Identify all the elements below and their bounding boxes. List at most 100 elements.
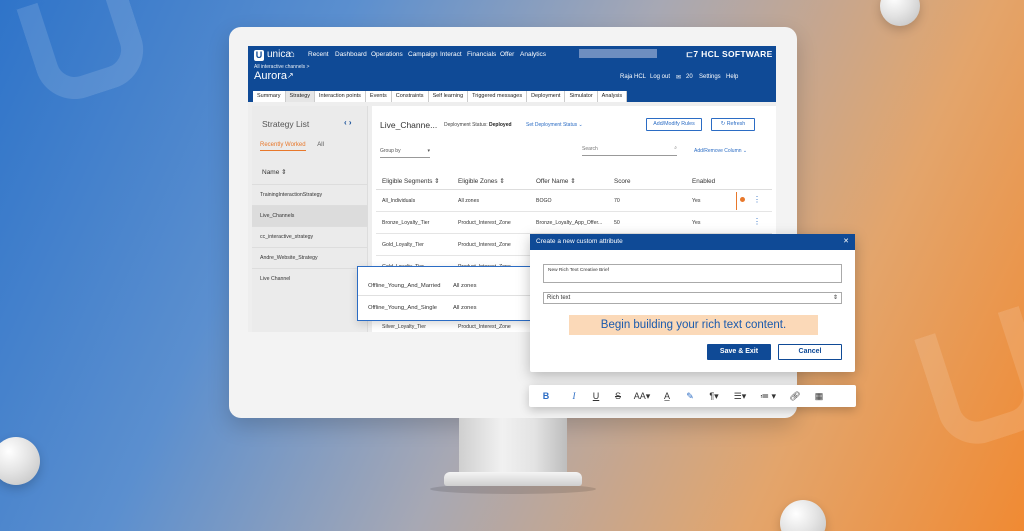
table-row[interactable]: Bronze_Loyalty_Tier Product_Interest_Zon…	[376, 212, 772, 234]
nav-offer[interactable]: Offer	[500, 51, 514, 58]
close-icon[interactable]: ✕	[843, 234, 849, 250]
page-title: Aurora	[254, 70, 288, 82]
nav-analytics[interactable]: Analytics	[520, 51, 546, 58]
caret-down-icon: ▾	[427, 148, 430, 154]
paragraph-format-icon[interactable]: ¶▾	[701, 391, 727, 402]
global-search-input[interactable]	[579, 49, 657, 58]
row-menu-icon[interactable]: ⋮	[753, 195, 761, 204]
group-by-label: Group by	[380, 148, 401, 154]
attribute-type-value: Rich text	[547, 295, 571, 301]
font-size-icon[interactable]: AA▾	[629, 391, 655, 402]
deployment-status-value: Deployed	[489, 122, 512, 128]
table-search-input[interactable]: Search ⌕	[582, 145, 677, 156]
name-header-label: Name	[262, 169, 280, 176]
col-offer-name[interactable]: Offer Name ⇕	[536, 178, 575, 185]
strategy-item[interactable]: TrainingInteractionStrategy	[252, 184, 368, 205]
name-column-header[interactable]: Name ⇕	[262, 168, 287, 176]
paragraph-label: ¶	[709, 390, 715, 401]
cell: 70	[614, 198, 620, 204]
row-menu-icon[interactable]: ⋮	[753, 217, 761, 226]
italic-icon[interactable]: I	[563, 391, 585, 401]
col-label: Eligible Zones	[458, 178, 498, 185]
strikethrough-icon[interactable]: S	[607, 391, 629, 401]
sort-icon: ⇕	[570, 178, 576, 185]
tab-strategy[interactable]: Strategy	[285, 91, 316, 102]
text-color-icon[interactable]: A̲	[655, 391, 679, 401]
tab-simulator[interactable]: Simulator	[565, 91, 598, 102]
col-eligible-zones[interactable]: Eligible Zones ⇕	[458, 178, 505, 185]
attribute-name-field[interactable]: New Rich Text Creative Brief	[543, 264, 842, 283]
external-link-icon[interactable]: ↗	[287, 71, 294, 80]
tab-self-learning[interactable]: Self learning	[428, 91, 469, 102]
monitor-stand	[459, 418, 567, 476]
nav-interact[interactable]: Interact	[440, 51, 462, 58]
refresh-button[interactable]: ↻ Refresh	[711, 118, 755, 131]
add-modify-rules-button[interactable]: Add/Modify Rules	[646, 118, 702, 131]
group-by-select[interactable]: Group by ▾	[380, 148, 430, 158]
rich-text-toolbar: B I U S AA▾ A̲ ✎ ¶▾ ☰▾ ≔ ▾ 🔗︎ ▦	[529, 385, 856, 407]
hcl-brand-text: HCL SOFTWARE	[701, 49, 773, 59]
table-row[interactable]: All_Individuals All zones BOGO 70 Yes ⋮	[376, 190, 772, 212]
settings-link[interactable]: Settings	[699, 74, 721, 80]
highlight-pen-icon[interactable]: ✎	[679, 391, 701, 402]
tab-recently-worked[interactable]: Recently Worked	[260, 142, 306, 151]
nav-campaign[interactable]: Campaign	[408, 51, 438, 58]
home-icon[interactable]: ⌂	[289, 49, 295, 60]
tab-events[interactable]: Events	[365, 91, 392, 102]
strategy-item[interactable]: Live Channel	[252, 268, 368, 289]
tab-interaction-points[interactable]: Interaction points	[315, 91, 366, 102]
decorative-ball	[880, 0, 920, 26]
col-eligible-segments[interactable]: Eligible Segments ⇕	[382, 178, 439, 185]
strategy-item[interactable]: cc_interactive_strategy	[252, 226, 368, 247]
sort-icon: ⇕	[499, 178, 505, 185]
bold-icon[interactable]: B	[529, 391, 563, 401]
help-link[interactable]: Help	[726, 74, 738, 80]
cell: BOGO	[536, 198, 552, 204]
unordered-list-icon[interactable]: ≔ ▾	[753, 391, 783, 402]
tab-deployment[interactable]: Deployment	[527, 91, 566, 102]
tab-constraints[interactable]: Constraints	[391, 91, 429, 102]
nav-financials[interactable]: Financials	[467, 51, 496, 58]
nav-dashboard[interactable]: Dashboard	[335, 51, 367, 58]
logout-link[interactable]: Log out	[650, 74, 670, 80]
cell: 50	[614, 220, 620, 226]
cell: Product_Interest_Zone	[458, 324, 511, 330]
link-icon[interactable]: 🔗︎	[783, 391, 807, 402]
set-deployment-status-link[interactable]: Set Deployment Status ⌄	[526, 122, 583, 128]
tab-bar: Summary Strategy Interaction points Even…	[253, 91, 628, 102]
tab-all[interactable]: All	[317, 142, 324, 148]
row-accent-bar	[736, 192, 737, 210]
add-remove-column-link[interactable]: Add/Remove Column ⌄	[694, 148, 747, 154]
rich-text-placeholder[interactable]: Begin building your rich text content.	[569, 315, 818, 335]
cell: All_Individuals	[382, 198, 416, 204]
refresh-label: Refresh	[726, 121, 746, 127]
notification-count[interactable]: 20	[686, 74, 693, 80]
dialog-title: Create a new custom attribute	[536, 238, 623, 245]
ordered-list-icon[interactable]: ☰▾	[727, 391, 753, 402]
strategy-item[interactable]: Live_Channels	[252, 205, 368, 226]
tab-triggered-messages[interactable]: Triggered messages	[468, 91, 528, 102]
mail-icon[interactable]: ✉	[676, 74, 681, 81]
col-enabled[interactable]: Enabled	[692, 178, 715, 185]
col-score[interactable]: Score	[614, 178, 630, 185]
table-icon[interactable]: ▦	[807, 391, 831, 402]
save-exit-button[interactable]: Save & Exit	[707, 344, 771, 360]
deployment-status-label: Deployment Status:	[444, 122, 488, 128]
highlighted-segment-rows: Offline_Young_And_Married All zones Offl…	[357, 266, 532, 321]
strategy-item[interactable]: Andre_Website_Strategy	[252, 247, 368, 268]
cell[interactable]: Offline_Young_And_Married	[368, 283, 441, 289]
cell: All zones	[453, 305, 477, 311]
nav-recent[interactable]: Recent	[308, 51, 329, 58]
panel-collapse-arrows-icon[interactable]: ‹ ›	[344, 118, 352, 127]
cell[interactable]: Offline_Young_And_Single	[368, 305, 437, 311]
strategy-list-tabs: Recently Worked All	[260, 142, 324, 151]
underline-icon[interactable]: U	[585, 391, 607, 401]
attribute-type-select[interactable]: Rich text ⇕	[543, 292, 842, 304]
tab-analysis[interactable]: Analysis	[597, 91, 628, 102]
dialog-header: Create a new custom attribute ✕	[530, 234, 855, 250]
tab-summary[interactable]: Summary	[253, 91, 286, 102]
nav-operations[interactable]: Operations	[371, 51, 403, 58]
cell: All zones	[453, 283, 477, 289]
user-name: Raja HCL	[620, 74, 647, 80]
cancel-button[interactable]: Cancel	[778, 344, 842, 360]
